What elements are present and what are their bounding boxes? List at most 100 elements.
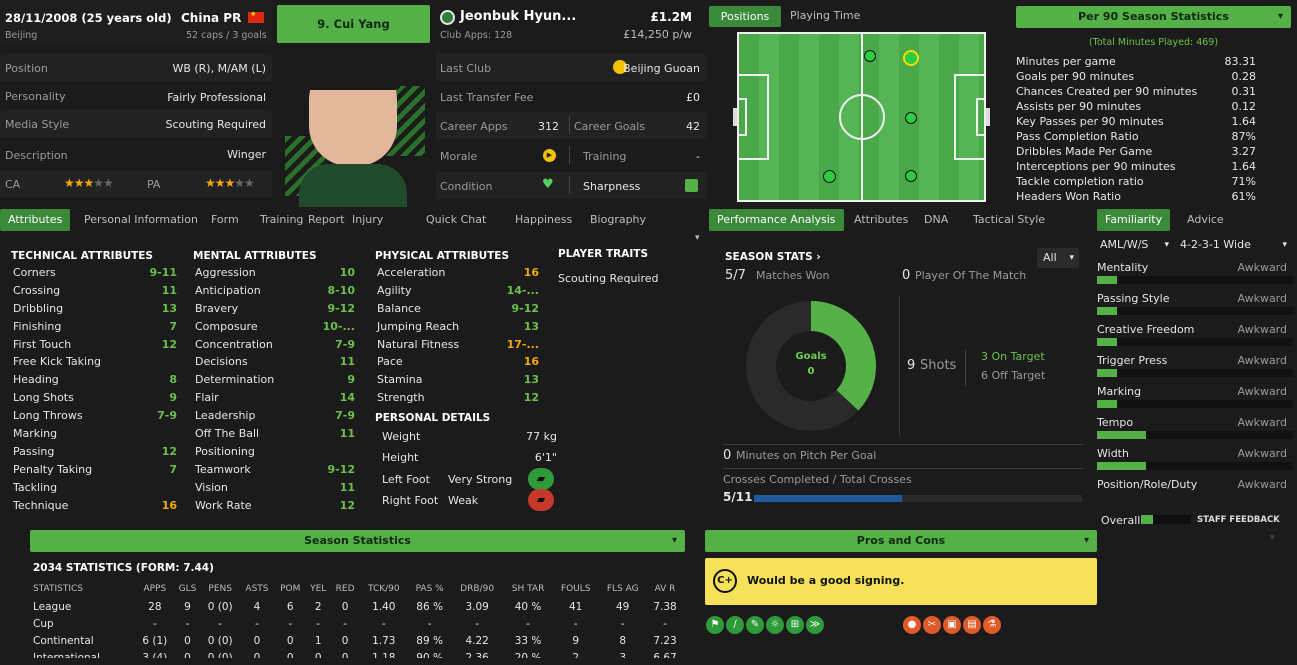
- season-statistics-header[interactable]: Season Statistics ▾: [30, 530, 685, 552]
- table-cell: 2.36: [465, 651, 489, 659]
- attribute-name: Technique: [13, 498, 69, 512]
- column-header: PAS %: [415, 584, 444, 594]
- tab-performance-analysis[interactable]: Performance Analysis: [709, 209, 844, 231]
- attribute-value: 9-12: [327, 301, 355, 315]
- tab-familiarity[interactable]: Familiarity: [1097, 209, 1171, 231]
- pitch-diagram: [733, 32, 990, 202]
- familiarity-bar-fill: [1097, 431, 1146, 439]
- tab-happiness[interactable]: Happiness: [507, 209, 580, 231]
- squad-number-button[interactable]: 9. Cui Yang: [277, 5, 430, 43]
- pros-cons-header[interactable]: Pros and Cons ▾: [705, 530, 1097, 552]
- tab-positions[interactable]: Positions: [709, 6, 781, 27]
- tab-form[interactable]: Form: [203, 209, 247, 231]
- table-cell: Cup: [33, 617, 54, 630]
- familiarity-bar-fill: [1097, 338, 1117, 346]
- tab-biography[interactable]: Biography: [582, 209, 654, 231]
- info-row: Description Winger: [0, 140, 272, 167]
- flag-icon[interactable]: ⚑: [706, 616, 724, 634]
- attribute-row: Stamina 13: [375, 371, 539, 389]
- table-cell: 33 %: [514, 634, 542, 647]
- chevron-down-icon: ▾: [1277, 11, 1283, 22]
- familiarity-bar: [1097, 276, 1293, 284]
- nation-link[interactable]: China PR: [181, 11, 241, 25]
- attribute-value: 7-9: [335, 409, 355, 423]
- staff-feedback-link[interactable]: STAFF FEEDBACK: [1197, 515, 1280, 525]
- divider: [569, 116, 570, 134]
- attribute-row: Concentration 7-9: [193, 336, 355, 354]
- season-filter-select[interactable]: All ▾: [1037, 248, 1079, 268]
- tab-attributes[interactable]: Attributes: [846, 209, 916, 231]
- wrench-icon[interactable]: ✎: [746, 616, 764, 634]
- divider: [569, 176, 570, 194]
- table-row[interactable]: Cup - - - - - - - - - - - - - -: [33, 615, 683, 632]
- attribute-row: Corners 9-11: [11, 264, 177, 282]
- formation-value: 4-2-3-1 Wide: [1180, 238, 1251, 251]
- per90-row: Dribbles Made Per Game 3.27: [1016, 144, 1256, 159]
- per90-label: Headers Won Ratio: [1016, 190, 1121, 203]
- attribute-value: 13: [523, 373, 539, 387]
- section-title: PHYSICAL ATTRIBUTES: [375, 250, 510, 262]
- attribute-value: 12: [161, 444, 177, 458]
- info-right: Last Club Beijing Guoan Last Transfer Fe…: [436, 54, 706, 199]
- familiarity-row: Width Awkward: [1097, 447, 1293, 478]
- column-header: PENS: [208, 584, 232, 594]
- section-title: Season Statistics: [304, 534, 411, 547]
- attribute-row: First Touch 12: [11, 336, 177, 354]
- divider: [965, 349, 966, 387]
- tab-tactical-style[interactable]: Tactical Style: [965, 209, 1053, 231]
- speed-icon[interactable]: ≫: [806, 616, 824, 634]
- attribute-row: Agility 14-...: [375, 282, 539, 300]
- bulb-icon[interactable]: ☼: [766, 616, 784, 634]
- flask-icon[interactable]: ⚗: [983, 616, 1001, 634]
- scissors-icon[interactable]: ✂: [923, 616, 941, 634]
- document-icon[interactable]: ▤: [963, 616, 981, 634]
- info-value: -: [696, 150, 700, 163]
- info-label: Last Club: [440, 62, 492, 75]
- left-foot-label: Left Foot: [382, 473, 430, 486]
- on-target: 3 On Target: [981, 350, 1045, 363]
- last-club-link[interactable]: Beijing Guoan: [623, 62, 700, 75]
- club-badge-icon: [440, 10, 455, 25]
- formation-select[interactable]: 4-2-3-1 Wide ▾: [1177, 235, 1291, 255]
- city-text: Beijing: [5, 30, 38, 41]
- boot-icon[interactable]: ∕: [726, 616, 744, 634]
- table-row[interactable]: League 28 9 0 (0) 4 6 2 0 1.40 86 % 3.09 40 % 41 49 7.…: [33, 598, 683, 615]
- attribute-name: Acceleration: [377, 266, 446, 279]
- tab-injury[interactable]: Injury: [344, 209, 391, 231]
- per90-label: Goals per 90 minutes: [1016, 70, 1135, 83]
- season-stats-title[interactable]: SEASON STATS ›: [725, 251, 821, 263]
- speech-icon[interactable]: ●: [903, 616, 921, 634]
- chart-icon[interactable]: ⊞: [786, 616, 804, 634]
- role-select[interactable]: AML/W/S ▾: [1097, 235, 1173, 255]
- club-name[interactable]: Jeonbuk Hyun...: [460, 9, 576, 24]
- matches-won-label: Matches Won: [756, 269, 830, 282]
- tab-attributes[interactable]: Attributes: [0, 209, 71, 231]
- table-cell: -: [255, 617, 259, 630]
- role-value: AML/W/S: [1100, 238, 1149, 251]
- card-icon[interactable]: ▣: [943, 616, 961, 634]
- per90-value: 83.31: [1224, 55, 1257, 68]
- familiarity-bar: [1097, 338, 1293, 346]
- per90-header[interactable]: Per 90 Season Statistics ▾: [1016, 6, 1291, 28]
- info-label: Last Transfer Fee: [440, 91, 534, 104]
- table-row[interactable]: International 3 (4) 0 0 (0) 0 0 0 0 1.18 90 % 2.36…: [33, 649, 683, 659]
- tab-advice[interactable]: Advice: [1179, 209, 1232, 231]
- table-cell: 0: [253, 634, 261, 647]
- sharpness-icon: [685, 179, 698, 192]
- per90-label: Pass Completion Ratio: [1016, 130, 1139, 143]
- per90-label: Dribbles Made Per Game: [1016, 145, 1153, 158]
- tab-quick-chat[interactable]: Quick Chat: [418, 209, 494, 231]
- tab-personal-information[interactable]: Personal Information: [76, 209, 206, 231]
- chevron-down-icon[interactable]: ▾: [695, 233, 700, 243]
- shirt: [299, 164, 407, 207]
- chevron-down-icon[interactable]: ▾: [1270, 533, 1275, 543]
- table-cell: -: [381, 617, 386, 630]
- info-label: Media Style: [5, 118, 70, 131]
- attribute-name: Balance: [377, 301, 421, 315]
- tab-playing-time[interactable]: Playing Time: [790, 9, 860, 22]
- tab-dna[interactable]: DNA: [916, 209, 956, 231]
- familiarity-row: Position/Role/Duty Awkward: [1097, 478, 1293, 509]
- per90-label: Tackle completion ratio: [1016, 175, 1144, 188]
- table-cell: 1.40: [372, 600, 396, 613]
- table-row[interactable]: Continental 6 (1) 0 0 (0) 0 0 1 0 1.73 89 % 4.22 33…: [33, 632, 683, 649]
